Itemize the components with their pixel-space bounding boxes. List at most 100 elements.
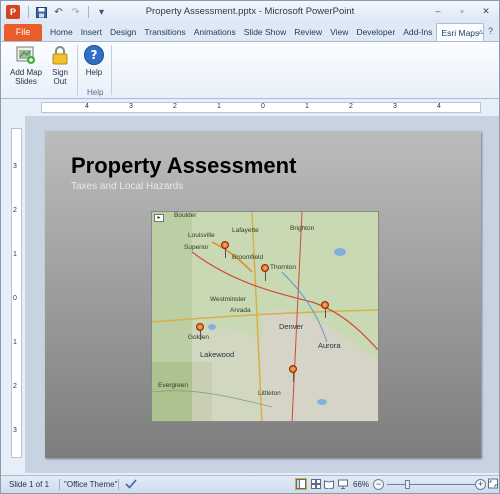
map-label-brighton: Brighton [290,225,315,232]
ruler-label: 1 [305,103,309,110]
ruler-label: 2 [13,383,17,390]
vertical-ruler: 3 2 1 0 1 2 3 [11,128,22,458]
map-pin-marker[interactable] [261,264,269,281]
maximize-button[interactable]: ▫ [455,5,469,17]
tab-add-ins[interactable]: Add-Ins [399,23,436,41]
add-map-slides-label-line1: Add Map [9,68,43,77]
zoom-out-button[interactable]: − [373,479,384,490]
map-label-arvada: Arvada [230,307,251,314]
redo-icon[interactable]: ↷ [69,6,82,19]
tab-insert[interactable]: Insert [77,23,106,41]
map-pin-marker[interactable] [196,323,204,340]
reading-view-icon[interactable] [323,478,335,490]
esri-map-image[interactable]: ▸ Boulder Lafayette Brighton Louisville … [151,211,379,422]
add-map-slides-label-line2: Slides [15,77,37,86]
ribbon: Add Map Slides Sign Out ? Help Help [1,41,499,99]
svg-text:?: ? [91,48,98,62]
map-label-aurora: Aurora [318,341,341,350]
map-pin-marker[interactable] [221,241,229,258]
fit-slide-icon[interactable] [488,478,498,491]
map-pin-marker[interactable] [289,365,297,382]
map-label-superior: Superior [184,244,209,251]
ribbon-tabs: Home Insert Design Transitions Animation… [46,23,485,42]
tab-animations[interactable]: Animations [190,23,240,41]
ruler-label: 3 [129,103,133,110]
map-label-golden: Golden [188,334,209,341]
help-button[interactable]: ? Help [81,44,107,77]
map-pin-marker[interactable] [321,301,329,318]
ribbon-group-separator [77,45,78,95]
map-label-louisville: Louisville [188,232,215,239]
ruler-label: 2 [349,103,353,110]
add-map-slides-button[interactable]: Add Map Slides [7,44,45,86]
ruler-label: 3 [393,103,397,110]
window-controls: – ▫ ✕ [431,5,493,17]
sign-out-label-line2: Out [53,77,67,86]
minimize-ribbon-icon[interactable]: ▵ [478,26,483,37]
ruler-label: 3 [13,427,17,434]
lock-icon [49,44,71,66]
zoom-slider-track[interactable] [387,484,475,485]
ruler-label: 1 [217,103,221,110]
map-label-broomfield: Broomfield [232,254,264,261]
undo-icon[interactable]: ↶ [52,6,65,19]
ruler-label: 4 [437,103,441,110]
slide-count-status: Slide 1 of 1 [9,480,50,489]
tab-review[interactable]: Review [290,23,326,41]
tab-esri-maps[interactable]: Esri Maps [436,23,485,42]
powerpoint-app-icon[interactable]: P [6,5,20,19]
help-group-label: Help [87,88,104,97]
ribbon-group-separator [111,45,112,95]
tab-home[interactable]: Home [46,23,77,41]
help-circle-icon: ? [83,44,105,66]
tab-developer[interactable]: Developer [352,23,399,41]
ruler-label: 1 [13,251,17,258]
slide-sorter-view-icon[interactable] [310,478,322,490]
add-map-slides-icon [15,44,37,66]
ruler-label: 4 [85,103,89,110]
tab-design[interactable]: Design [106,23,140,41]
title-bar: P ↶ ↷ ▾ Property Assessment.pptx - Micro… [1,1,499,23]
theme-status[interactable]: "Office Theme" [64,480,117,489]
tab-view[interactable]: View [326,23,352,41]
map-label-littleton: Littleton [258,390,281,397]
tab-file[interactable]: File [4,24,42,41]
sign-out-button[interactable]: Sign Out [47,44,73,86]
zoom-slider-thumb[interactable] [405,480,410,489]
ruler-label: 1 [13,339,17,346]
ruler-label: 2 [13,207,17,214]
ruler-label: 2 [173,103,177,110]
normal-view-icon[interactable] [295,478,307,490]
map-expand-button[interactable]: ▸ [154,214,164,222]
qat-separator [88,6,89,18]
help-button-label: Help [85,68,103,77]
slide[interactable]: Property Assessment Taxes and Local Haza… [45,131,481,458]
minimize-button[interactable]: – [431,5,445,17]
status-separator [59,479,60,490]
tab-slide-show[interactable]: Slide Show [240,23,291,41]
quick-access-toolbar: ↶ ↷ ▾ [26,6,108,19]
slide-subtitle[interactable]: Taxes and Local Hazards [71,181,183,192]
tab-transitions[interactable]: Transitions [140,23,189,41]
save-icon[interactable] [35,6,48,19]
map-label-boulder: Boulder [174,212,197,219]
ribbon-tab-row: File Home Insert Design Transitions Anim… [1,23,499,42]
map-label-westminster: Westminster [210,296,246,303]
customize-qat-icon[interactable]: ▾ [95,6,108,19]
help-icon[interactable]: ? [488,26,493,37]
status-separator [118,479,119,490]
zoom-level[interactable]: 66% [353,480,369,489]
ruler-label: 0 [13,295,17,302]
map-label-lakewood: Lakewood [200,350,235,359]
horizontal-ruler: 4 3 2 1 0 1 2 3 4 [41,102,481,113]
powerpoint-window: P ↶ ↷ ▾ Property Assessment.pptx - Micro… [0,0,500,494]
close-button[interactable]: ✕ [479,5,493,17]
sign-out-label-line1: Sign [51,68,68,77]
slide-show-view-icon[interactable] [337,478,349,490]
ruler-label: 0 [261,103,265,110]
map-label-denver: Denver [279,322,304,331]
spell-check-icon[interactable] [125,478,137,492]
map-label-thornton: Thornton [270,264,297,271]
zoom-in-button[interactable]: + [475,479,486,490]
slide-title[interactable]: Property Assessment [71,153,296,179]
